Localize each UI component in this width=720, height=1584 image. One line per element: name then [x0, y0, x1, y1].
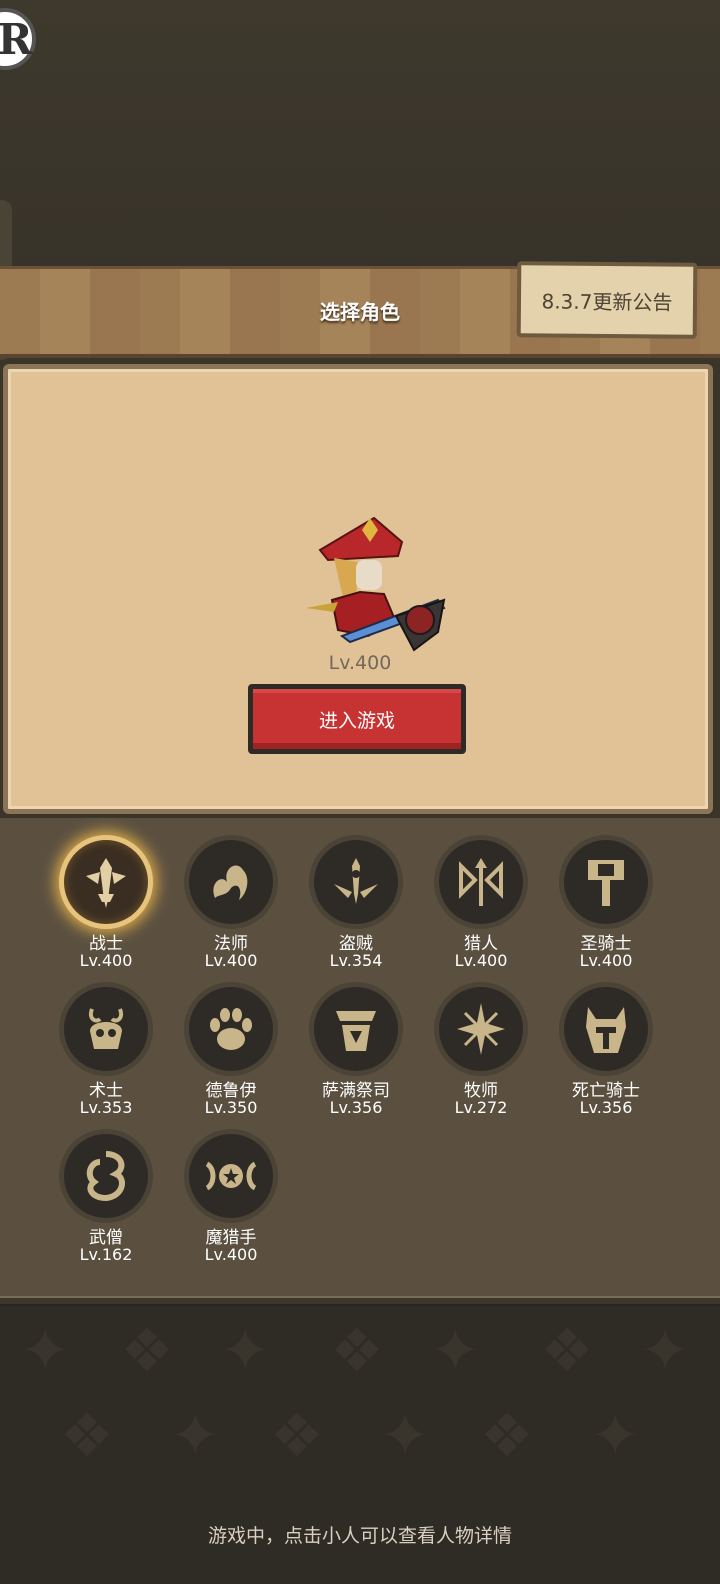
bg-pattern-icon: ✦ — [20, 1316, 71, 1386]
bg-pattern-icon: ❖ — [270, 1401, 324, 1471]
hunter-icon[interactable] — [434, 835, 528, 929]
section-divider — [0, 1296, 720, 1306]
class-item-demon-hunter[interactable]: 魔猎手 Lv.400 — [176, 1121, 286, 1264]
mage-icon[interactable] — [184, 835, 278, 929]
class-item-mage[interactable]: 法师 Lv.400 — [176, 827, 286, 970]
shaman-icon[interactable] — [309, 982, 403, 1076]
paladin-icon[interactable] — [559, 835, 653, 929]
bg-pattern-icon: ✦ — [380, 1401, 431, 1471]
logo-letter: R — [0, 14, 33, 64]
bg-pattern-icon: ❖ — [330, 1316, 384, 1386]
class-item-death-knight[interactable]: 死亡骑士 Lv.356 — [551, 974, 661, 1117]
footer-hint: 游戏中，点击小人可以查看人物详情 — [207, 1525, 512, 1547]
class-level: Lv.272 — [454, 1098, 508, 1117]
rogue-icon[interactable] — [309, 835, 403, 929]
class-item-monk[interactable]: 武僧 Lv.162 — [51, 1121, 161, 1264]
bg-pattern-icon: ❖ — [480, 1401, 534, 1471]
class-level: Lv.400 — [204, 951, 258, 970]
bg-pattern-icon: ✦ — [220, 1316, 271, 1386]
class-level: Lv.350 — [204, 1098, 258, 1117]
class-level: Lv.400 — [204, 1245, 258, 1264]
class-item-druid[interactable]: 德鲁伊 Lv.350 — [176, 974, 286, 1117]
update-notice-button[interactable]: 8.3.7更新公告 — [516, 261, 698, 339]
demon-hunter-icon[interactable] — [184, 1129, 278, 1223]
warrior-icon[interactable] — [59, 835, 153, 929]
druid-icon[interactable] — [184, 982, 278, 1076]
class-item-priest[interactable]: 牧师 Lv.272 — [426, 974, 536, 1117]
enter-game-button[interactable]: 进入游戏 — [248, 684, 466, 754]
hero-character-sprite[interactable] — [298, 512, 450, 657]
bg-pattern-icon: ❖ — [120, 1316, 174, 1386]
class-grid: 战士 Lv.400 法师 Lv.400 盗贼 Lv.354 猎人 Lv.400 … — [0, 818, 720, 1296]
class-level: Lv.400 — [579, 951, 633, 970]
class-item-hunter[interactable]: 猎人 Lv.400 — [426, 827, 536, 970]
class-item-paladin[interactable]: 圣骑士 Lv.400 — [551, 827, 661, 970]
app-logo-button[interactable]: R — [0, 8, 36, 70]
monk-icon[interactable] — [59, 1129, 153, 1223]
class-level: Lv.400 — [454, 951, 508, 970]
class-level: Lv.356 — [329, 1098, 383, 1117]
class-item-shaman[interactable]: 萨满祭司 Lv.356 — [301, 974, 411, 1117]
class-level: Lv.353 — [79, 1098, 133, 1117]
bg-pattern-icon: ✦ — [170, 1401, 221, 1471]
bg-pattern-icon: ❖ — [60, 1401, 114, 1471]
class-item-warlock[interactable]: 术士 Lv.353 — [51, 974, 161, 1117]
warlock-icon[interactable] — [59, 982, 153, 1076]
class-level: Lv.400 — [79, 951, 133, 970]
class-level: Lv.162 — [79, 1245, 133, 1264]
priest-icon[interactable] — [434, 982, 528, 1076]
death-knight-icon[interactable] — [559, 982, 653, 1076]
top-bar — [0, 0, 720, 268]
enter-game-label: 进入游戏 — [318, 709, 395, 732]
class-item-warrior[interactable]: 战士 Lv.400 — [51, 827, 161, 970]
class-level: Lv.356 — [579, 1098, 633, 1117]
bg-pattern-icon: ❖ — [540, 1316, 594, 1386]
bg-pattern-icon: ✦ — [430, 1316, 481, 1386]
bg-pattern-icon: ✦ — [590, 1401, 641, 1471]
hero-level: Lv.400 — [328, 652, 392, 674]
class-item-rogue[interactable]: 盗贼 Lv.354 — [301, 827, 411, 970]
class-level: Lv.354 — [329, 951, 383, 970]
bg-pattern-icon: ✦ — [640, 1316, 691, 1386]
update-notice-label: 8.3.7更新公告 — [541, 288, 673, 315]
